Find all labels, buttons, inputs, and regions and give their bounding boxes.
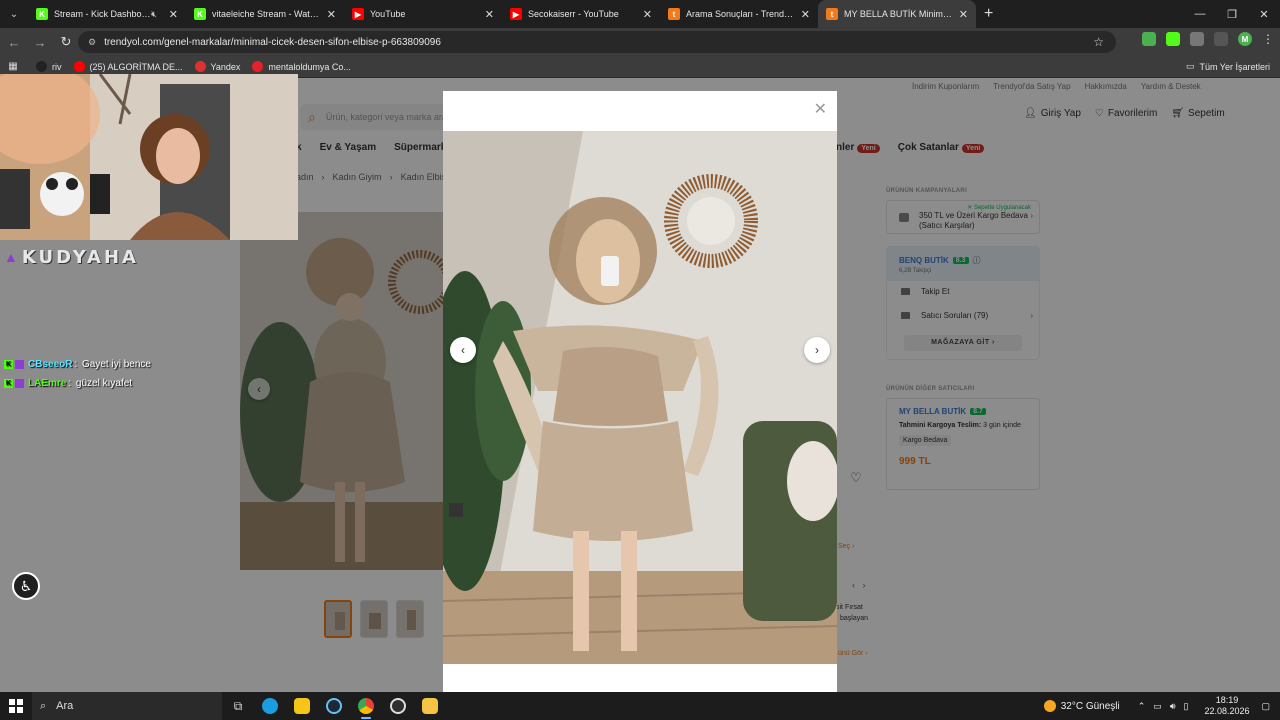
taskbar-search[interactable]: ⌕ Ara [32,692,222,720]
sub-badge-icon [15,379,24,388]
search-icon: ⌕ [40,699,47,712]
tab-title: Stream - Kick Dashboard [54,9,152,19]
extension-icon[interactable] [1142,32,1156,46]
tab-close-icon[interactable]: ✕ [801,8,810,21]
browser-tab[interactable]: t Arama Sonuçları - Trendyol ✕ [660,0,818,28]
tab-title: Secokaiserr - YouTube [528,9,619,19]
webcam-overlay [0,74,298,240]
reading-list-icon[interactable] [1214,32,1228,46]
bookmark-favicon-icon [252,61,264,72]
tab-favicon-icon: K [194,8,206,20]
tab-close-icon[interactable]: ✕ [485,8,494,21]
muted-icon[interactable]: 🔇︎ [151,9,157,20]
close-window-icon[interactable]: ✕ [1248,0,1280,28]
modal-prev-icon[interactable]: ‹ [450,337,476,363]
app-yellow-icon[interactable] [286,692,318,720]
clock[interactable]: 18:19 22.08.2026 [1204,695,1249,717]
image-viewer-modal: ✕ ‹ › [443,91,837,692]
tab-favicon-icon: t [668,8,680,20]
file-explorer-icon[interactable] [414,692,446,720]
folder-icon: ▭ [1185,61,1195,71]
chat-message: K CBseeoR: Gayet iyi bence [4,359,151,370]
browser-toolbar: ← → ↻ ⚙ trendyol.com/genel-markalar/mini… [0,28,1280,56]
sub-badge-icon [15,360,24,369]
hat-icon: ▲ [4,249,18,265]
tab-close-icon[interactable]: ✕ [643,8,652,21]
minimize-icon[interactable]: — [1184,0,1216,28]
browser-tab[interactable]: K Stream - Kick Dashboard 🔇︎ ✕ [28,0,186,28]
tab-strip: ⌄ K Stream - Kick Dashboard 🔇︎ ✕ Kvitaeleich… [0,0,1280,28]
modal-next-icon[interactable]: › [804,337,830,363]
edge-icon[interactable] [254,692,286,720]
accessibility-icon[interactable]: ♿︎ [12,572,40,600]
tab-favicon-icon: ▶ [510,8,522,20]
start-button[interactable] [0,692,32,720]
bookmark-item[interactable]: mentaloldumya Co... [252,61,351,72]
all-bookmarks[interactable]: ▭ Tüm Yer İşaretleri [1186,61,1270,72]
bookmark-item[interactable]: (25) ALGORİTMA DE... [73,61,183,72]
tab-title: vitaeleiche Stream - Watch Live [212,9,321,19]
notifications-icon[interactable]: ▢ [1261,701,1270,712]
extensions-puzzle-icon[interactable] [1190,32,1204,46]
forward-icon[interactable]: → [28,30,52,54]
reload-icon[interactable]: ↻ [54,30,78,54]
obs-icon[interactable] [382,692,414,720]
battery-icon[interactable]: ▯ [1183,701,1188,712]
close-icon[interactable]: ✕ [814,99,827,119]
apps-grid-icon[interactable]: ▦ [0,61,26,72]
restore-icon[interactable]: ❐ [1216,0,1248,28]
network-icon[interactable]: ▭ [1153,701,1162,712]
url-text: trendyol.com/genel-markalar/minimal-cice… [104,36,441,48]
tab-favicon-icon: t [826,8,838,20]
tray-chevron-icon[interactable]: ⌃ [1138,701,1146,712]
chat-message: K LAEmre: güzel kıyafet [4,378,133,389]
bookmark-favicon-icon [36,61,47,72]
tab-close-icon[interactable]: ✕ [169,8,178,21]
tab-search-icon[interactable]: ⌄ [0,0,28,28]
address-bar[interactable]: ⚙ trendyol.com/genel-markalar/minimal-ci… [78,31,1116,53]
bookmark-star-icon[interactable]: ☆ [1093,35,1104,49]
bookmark-favicon-icon [73,61,85,72]
tab-close-icon[interactable]: ✕ [959,8,968,21]
tab-favicon-icon: ▶ [352,8,364,20]
kick-badge-icon: K [4,360,13,369]
tab-favicon-icon: K [36,8,48,20]
weather-widget[interactable]: 32°C Güneşli [1043,700,1120,712]
profile-avatar[interactable]: M [1238,32,1252,46]
steam-icon[interactable] [318,692,350,720]
new-tab-button[interactable]: + [984,5,993,23]
browser-tab[interactable]: Kvitaeleiche Stream - Watch Live ✕ [186,0,344,28]
browser-tab[interactable]: ▶ YouTube ✕ [344,0,502,28]
bookmark-item[interactable]: Yandex [194,61,240,72]
kick-extension-icon[interactable] [1166,32,1180,46]
streamer-logo: ▲ KUDYAHA [4,246,139,268]
volume-icon[interactable]: 🔊︎ [1170,701,1176,712]
tab-title: MY BELLA BUTİK Minimal Çiçek [844,9,953,19]
browser-tab[interactable]: ▶ Secokaiserr - YouTube ✕ [502,0,660,28]
task-view-icon[interactable]: ⧉ [222,692,254,720]
menu-kebab-icon[interactable]: ⋮ [1262,32,1274,46]
browser-tab[interactable]: t MY BELLA BUTİK Minimal Çiçek ✕ [818,0,976,28]
tab-close-icon[interactable]: ✕ [327,8,336,21]
tab-title: YouTube [370,9,406,19]
chrome-icon[interactable] [350,692,382,720]
site-info-icon[interactable]: ⚙ [88,37,96,48]
kick-badge-icon: K [4,379,13,388]
back-icon[interactable]: ← [2,30,26,54]
bookmark-item[interactable]: riv [36,61,62,72]
enlarged-product-image [443,131,837,664]
sun-icon [1043,700,1056,712]
windows-taskbar: ⌕ Ara ⧉ 32°C Güneşli ⌃ ▭ 🔊︎ ▯ 18:19 22.0… [0,692,1280,720]
bookmark-favicon-icon [194,61,206,72]
tab-title: Arama Sonuçları - Trendyol [686,9,795,19]
